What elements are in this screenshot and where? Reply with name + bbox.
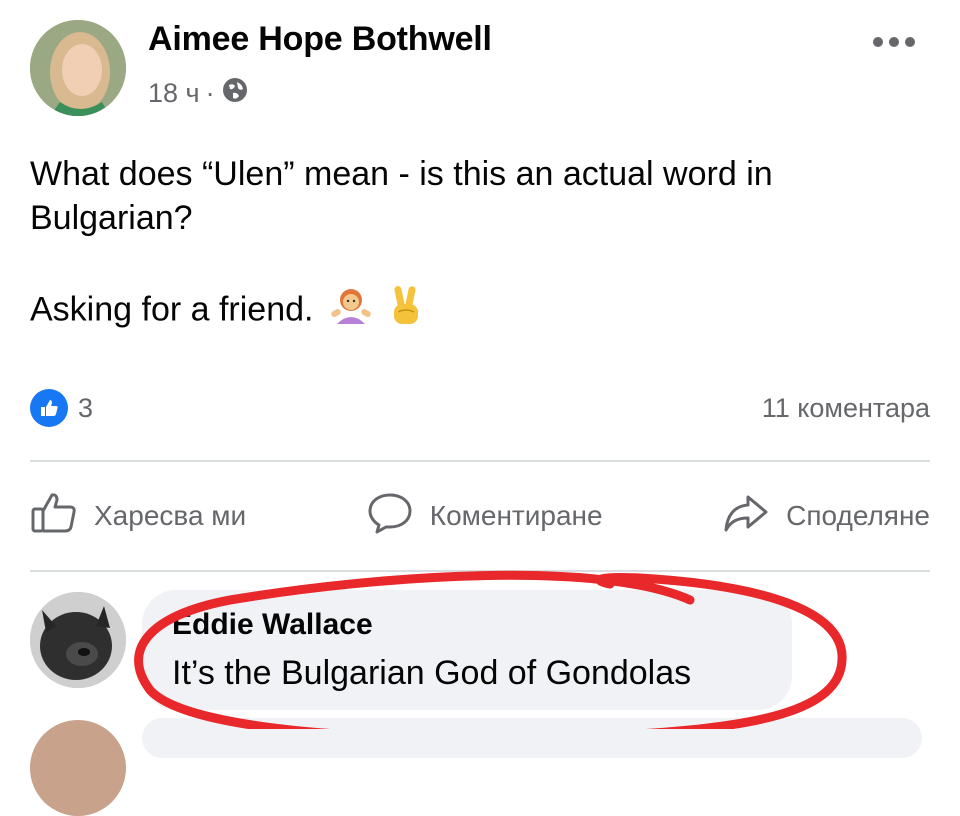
comment-author-name[interactable]: Eddie Wallace [172, 608, 373, 642]
comment-button-label: Коментиране [429, 500, 603, 531]
share-arrow-icon [722, 491, 770, 542]
post-text-line-3-container: Asking for a friend. [30, 284, 930, 339]
victory-hand-emoji [388, 284, 424, 339]
post-author-name[interactable]: Aimee Hope Bothwell [148, 20, 492, 59]
author-photo [30, 20, 126, 116]
post-text-line-3: Asking for a friend. [30, 290, 314, 329]
post-text-line-2: Bulgarian? [30, 199, 193, 237]
commenter-avatar[interactable] [30, 592, 126, 688]
divider [30, 570, 930, 572]
more-options-icon[interactable] [872, 22, 916, 56]
comment-text: It’s the Bulgarian God of Gondolas [172, 654, 692, 692]
commenter-photo [30, 592, 126, 688]
speech-bubble-icon [366, 491, 414, 542]
post-text: What does “Ulen” mean - is this an actua… [30, 152, 930, 339]
next-comment-bubble [142, 718, 922, 758]
post-meta: 18 ч · [148, 76, 249, 110]
like-count: 3 [78, 392, 94, 423]
like-button[interactable]: Харесва ми [30, 491, 246, 542]
next-commenter-avatar[interactable] [30, 720, 126, 816]
share-button-label: Споделяне [786, 500, 930, 531]
share-button[interactable]: Споделяне [722, 491, 930, 542]
person-shrugging-emoji [329, 284, 373, 339]
like-reaction-icon [30, 389, 68, 427]
meta-separator: · [205, 77, 215, 108]
thumbs-up-icon [30, 491, 78, 542]
globe-icon [221, 76, 249, 111]
divider [30, 460, 930, 462]
comments-count[interactable]: 11 коментара [762, 388, 930, 428]
comment-button[interactable]: Коментиране [366, 491, 603, 542]
post-action-bar: Харесва ми Коментиране Споделяне [30, 486, 930, 546]
reactions-summary[interactable]: 3 [30, 388, 93, 428]
post-time[interactable]: 18 ч [148, 78, 200, 109]
post-text-line-1: What does “Ulen” mean - is this an actua… [30, 155, 773, 193]
author-avatar[interactable] [30, 20, 126, 116]
like-button-label: Харесва ми [94, 500, 247, 531]
